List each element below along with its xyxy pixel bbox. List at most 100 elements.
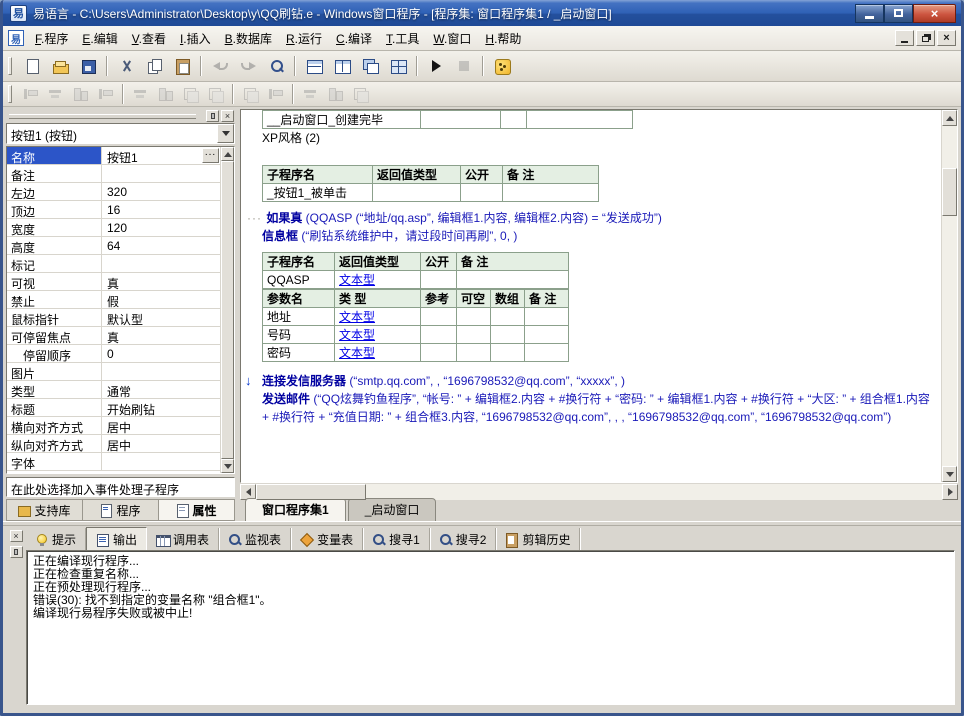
static-compile-icon[interactable] (489, 54, 515, 79)
property-row[interactable]: 高度64 (7, 237, 220, 255)
tab-startup-window[interactable]: _启动窗口 (348, 498, 437, 521)
scroll-thumb[interactable] (942, 168, 957, 216)
tab-label: 支持库 (34, 502, 70, 519)
tab-clipboard-history[interactable]: 剪辑历史 (496, 528, 580, 551)
mdi-restore-button[interactable] (916, 30, 935, 46)
code-horizontal-scrollbar[interactable] (240, 484, 958, 500)
open-file-icon[interactable] (47, 54, 73, 79)
properties-scrollbar[interactable] (220, 147, 234, 473)
table-cell: 文本型 (335, 308, 421, 326)
tab-program[interactable]: 程序 (83, 499, 159, 521)
toolbar-grip[interactable] (8, 85, 12, 103)
panel-pin-icon[interactable] (206, 110, 219, 122)
scroll-down-icon[interactable] (221, 459, 234, 473)
cascade-windows-icon[interactable] (357, 54, 383, 79)
save-icon[interactable] (75, 54, 101, 79)
property-row[interactable]: 类型通常 (7, 381, 220, 399)
property-row[interactable]: 宽度120 (7, 219, 220, 237)
scroll-thumb[interactable] (221, 161, 234, 459)
property-row[interactable]: 可停留焦点真 (7, 327, 220, 345)
toolbar-grip[interactable] (8, 57, 12, 75)
tab-search-2[interactable]: 搜寻2 (430, 528, 497, 551)
table-cell (461, 184, 503, 202)
property-row[interactable]: 可视真 (7, 273, 220, 291)
main-toolbar (3, 51, 961, 82)
mdi-close-button[interactable]: × (937, 30, 956, 46)
cut-icon[interactable] (113, 54, 139, 79)
tab-variable-table[interactable]: 变量表 (291, 528, 363, 551)
property-row[interactable]: 标记 (7, 255, 220, 273)
chevron-down-icon[interactable] (217, 124, 234, 143)
maximize-button[interactable] (884, 4, 913, 23)
tab-call-table[interactable]: 调用表 (147, 528, 219, 551)
property-row[interactable]: 横向对齐方式居中 (7, 417, 220, 435)
table-header-cell: 备 注 (525, 290, 569, 308)
mdi-minimize-button[interactable] (895, 30, 914, 46)
scroll-right-icon[interactable] (942, 484, 958, 500)
scroll-up-icon[interactable] (221, 147, 234, 161)
tab-support-library[interactable]: 支持库 (6, 499, 83, 521)
property-row[interactable]: 字体 (7, 453, 220, 471)
table-cell (527, 111, 633, 129)
tile-horizontal-icon[interactable] (301, 54, 327, 79)
property-row[interactable]: 备注 (7, 165, 220, 183)
ellipsis-button[interactable]: ... (202, 148, 219, 163)
copy-icon[interactable] (141, 54, 167, 79)
document-icon[interactable]: 易 (8, 30, 24, 46)
output-close-icon[interactable]: × (10, 530, 23, 542)
minimize-button[interactable] (855, 4, 884, 23)
tab-hints[interactable]: 提示 (26, 528, 86, 551)
property-row[interactable]: 顶边16 (7, 201, 220, 219)
output-pin-icon[interactable] (10, 546, 23, 558)
scroll-track[interactable] (942, 126, 957, 466)
find-icon[interactable] (263, 54, 289, 79)
panel-close-icon[interactable]: × (221, 110, 234, 122)
output-console[interactable]: 正在编译现行程序...正在检查重复名称...正在预处理现行程序...错误(30)… (26, 550, 955, 705)
menu-item[interactable]: H.帮助 (478, 26, 528, 51)
property-row[interactable]: 名称按钮1... (7, 147, 220, 165)
scroll-thumb[interactable] (256, 484, 366, 500)
menu-item[interactable]: T.工具 (379, 26, 426, 51)
close-button[interactable]: × (913, 4, 956, 23)
output-line: 编译现行易程序失败或被中止! (33, 607, 948, 620)
menu-item[interactable]: I.插入 (173, 26, 218, 51)
menu-item[interactable]: C.编译 (329, 26, 379, 51)
tile-vertical-icon[interactable] (329, 54, 355, 79)
property-row[interactable]: 标题开始刷钻 (7, 399, 220, 417)
menu-item[interactable]: F.程序 (28, 26, 75, 51)
menu-item[interactable]: B.数据库 (218, 26, 279, 51)
code-vertical-scrollbar[interactable] (941, 110, 957, 482)
tab-properties[interactable]: 属性 (159, 499, 235, 521)
arrange-windows-icon[interactable] (385, 54, 411, 79)
table-header-cell: 返回值类型 (373, 166, 461, 184)
menu-item[interactable]: W.窗口 (426, 26, 478, 51)
scroll-down-icon[interactable] (942, 466, 957, 482)
property-label: 鼠标指针 (7, 309, 102, 326)
property-row[interactable]: 纵向对齐方式居中 (7, 435, 220, 453)
center-vertical-icon (349, 84, 372, 104)
paste-icon (174, 58, 191, 74)
property-row[interactable]: 停留顺序0 (7, 345, 220, 363)
menu-item[interactable]: V.查看 (125, 26, 173, 51)
event-handler-hint[interactable]: 在此处选择加入事件处理子程序 (6, 477, 235, 497)
object-selector[interactable]: 按钮1 (按钮) (6, 123, 235, 144)
scroll-track[interactable] (256, 484, 942, 500)
property-row[interactable]: 鼠标指针默认型 (7, 309, 220, 327)
property-row[interactable]: 左边320 (7, 183, 220, 201)
tab-window-program-set-1[interactable]: 窗口程序集1 (245, 498, 346, 521)
property-row[interactable]: 图片 (7, 363, 220, 381)
paste-icon[interactable] (169, 54, 195, 79)
tab-watch-table[interactable]: 监视表 (219, 528, 291, 551)
menu-item[interactable]: R.运行 (279, 26, 329, 51)
app-logo-icon[interactable]: 易 (10, 5, 27, 22)
menu-item[interactable]: E.编辑 (75, 26, 124, 51)
run-icon[interactable] (423, 54, 449, 79)
property-row[interactable]: 禁止假 (7, 291, 220, 309)
menu-items: F.程序E.编辑V.查看I.插入B.数据库R.运行C.编译T.工具W.窗口H.帮… (28, 26, 528, 51)
toolbar-separator (292, 84, 294, 104)
new-file-icon[interactable] (19, 54, 45, 79)
tab-search-1[interactable]: 搜寻1 (363, 528, 430, 551)
code-editor[interactable]: __启动窗口_创建完毕XP风格 (2)子程序名返回值类型公开备 注_按钮1_被单… (240, 109, 958, 483)
scroll-up-icon[interactable] (942, 110, 957, 126)
tab-output[interactable]: 输出 (86, 527, 147, 552)
